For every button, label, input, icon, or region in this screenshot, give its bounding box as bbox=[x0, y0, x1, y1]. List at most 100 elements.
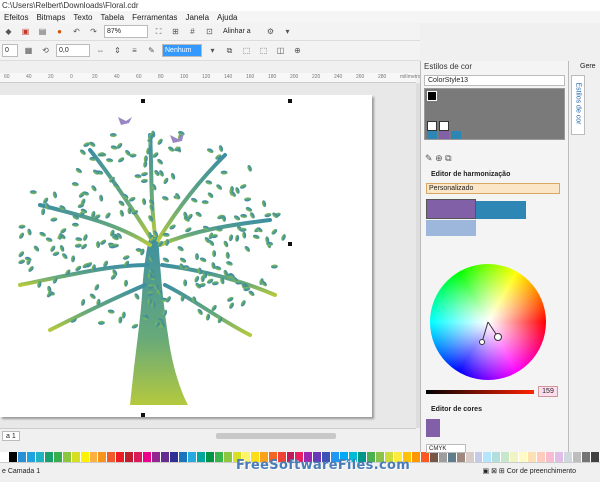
palette-swatch[interactable] bbox=[188, 452, 197, 462]
rulers-icon[interactable]: ⊞ bbox=[169, 25, 182, 38]
launch-icon[interactable]: ▾ bbox=[281, 25, 294, 38]
pen-icon[interactable]: ✎ bbox=[145, 44, 158, 57]
palette-swatch[interactable] bbox=[546, 452, 556, 462]
palette-swatch[interactable] bbox=[420, 452, 430, 462]
menu-ajuda[interactable]: Ajuda bbox=[213, 13, 241, 22]
palette-swatch[interactable] bbox=[44, 452, 54, 462]
menu-ferramentas[interactable]: Ferramentas bbox=[128, 13, 181, 22]
palette-swatch[interactable] bbox=[134, 452, 144, 462]
style-swatch[interactable] bbox=[427, 131, 437, 139]
palette-swatch[interactable] bbox=[125, 452, 135, 462]
group-icon[interactable]: ⬚ bbox=[240, 44, 253, 57]
palette-swatch[interactable] bbox=[429, 452, 439, 462]
palette-swatch[interactable] bbox=[492, 452, 502, 462]
arrange-icon[interactable]: ⧉ bbox=[223, 44, 236, 57]
palette-swatch[interactable] bbox=[17, 452, 27, 462]
menu-efeitos[interactable]: Efeitos bbox=[0, 13, 32, 22]
color-model-select[interactable]: CMYK bbox=[426, 444, 466, 453]
menu-janela[interactable]: Janela bbox=[181, 13, 213, 22]
ungroup-icon[interactable]: ⬚ bbox=[257, 44, 270, 57]
export-icon[interactable]: ▣ bbox=[19, 25, 32, 38]
palette-swatch[interactable] bbox=[8, 452, 18, 462]
redo-icon[interactable]: ↷ bbox=[87, 25, 100, 38]
palette-swatch[interactable] bbox=[107, 452, 117, 462]
palette-swatch[interactable] bbox=[214, 452, 224, 462]
brightness-slider[interactable] bbox=[426, 390, 534, 394]
drawing-canvas[interactable] bbox=[0, 83, 416, 428]
palette-swatch[interactable] bbox=[116, 452, 126, 462]
brightness-value[interactable]: 159 bbox=[538, 386, 558, 397]
current-color-swatch[interactable] bbox=[426, 419, 440, 437]
palette-swatch[interactable] bbox=[0, 452, 9, 462]
wrap-text-icon[interactable]: ≡ bbox=[128, 44, 141, 57]
palette-swatch[interactable] bbox=[196, 452, 206, 462]
menu-texto[interactable]: Texto bbox=[69, 13, 96, 22]
align-to-button[interactable]: Alinhar a bbox=[220, 25, 260, 38]
eyedropper-icon[interactable]: ✎ bbox=[425, 153, 433, 163]
x-position-field[interactable]: 0 bbox=[2, 44, 18, 57]
palette-swatch[interactable] bbox=[528, 452, 538, 462]
tab-color-styles[interactable]: Estilos de cor bbox=[571, 75, 585, 135]
palette-swatch[interactable] bbox=[223, 452, 233, 462]
palette-swatch[interactable] bbox=[581, 452, 591, 462]
menu-tabela[interactable]: Tabela bbox=[97, 13, 129, 22]
palette-swatch[interactable] bbox=[564, 452, 573, 462]
copy-icon[interactable]: ⧉ bbox=[445, 153, 451, 163]
palette-swatch[interactable] bbox=[161, 452, 171, 462]
combine-icon[interactable]: ◫ bbox=[274, 44, 287, 57]
palette-swatch[interactable] bbox=[179, 452, 189, 462]
harmony-swatch[interactable] bbox=[426, 199, 476, 219]
print-icon[interactable]: ▤ bbox=[36, 25, 49, 38]
rotation-angle-field[interactable]: 0,0 bbox=[56, 44, 90, 57]
palette-swatch[interactable] bbox=[438, 452, 448, 462]
palette-swatch[interactable] bbox=[510, 452, 520, 462]
style-swatch[interactable] bbox=[427, 91, 437, 101]
lock-ratio-icon[interactable]: ▦ bbox=[22, 44, 35, 57]
palette-swatch[interactable] bbox=[170, 452, 180, 462]
harmony-mode-select[interactable]: Personalizado bbox=[426, 183, 560, 194]
chevron-down-icon[interactable]: ▾ bbox=[206, 44, 219, 57]
style-name-field[interactable]: ColorStyle13 bbox=[424, 75, 565, 86]
palette-swatch[interactable] bbox=[80, 452, 90, 462]
mirror-horizontal-icon[interactable]: ⇔ bbox=[94, 44, 107, 57]
selection-handle[interactable] bbox=[141, 413, 145, 417]
new-style-icon[interactable]: ⊕ bbox=[435, 153, 443, 163]
page-tab[interactable]: a 1 bbox=[2, 430, 20, 441]
palette-swatch[interactable] bbox=[62, 452, 72, 462]
snap-icon[interactable]: ⊡ bbox=[203, 25, 216, 38]
full-screen-icon[interactable]: ⛶ bbox=[152, 25, 165, 38]
palette-swatch[interactable] bbox=[411, 452, 421, 462]
menu-bitmaps[interactable]: Bitmaps bbox=[32, 13, 69, 22]
palette-swatch[interactable] bbox=[98, 452, 108, 462]
outline-width-select[interactable]: Nenhum bbox=[162, 44, 202, 57]
rotate-icon[interactable]: ⟲ bbox=[39, 44, 52, 57]
palette-swatch[interactable] bbox=[519, 452, 529, 462]
style-swatch-area[interactable] bbox=[424, 88, 565, 140]
palette-swatch[interactable] bbox=[590, 452, 600, 462]
import-icon[interactable]: ◆ bbox=[2, 25, 15, 38]
palette-swatch[interactable] bbox=[143, 452, 153, 462]
harmony-swatch[interactable] bbox=[426, 220, 476, 236]
zoom-level-field[interactable]: 87% bbox=[104, 25, 148, 38]
undo-icon[interactable]: ↶ bbox=[70, 25, 83, 38]
tree-artwork[interactable] bbox=[0, 95, 300, 415]
style-swatch[interactable] bbox=[439, 121, 449, 131]
palette-swatch[interactable] bbox=[89, 452, 99, 462]
palette-swatch[interactable] bbox=[26, 452, 36, 462]
selection-handle[interactable] bbox=[141, 99, 145, 103]
palette-swatch[interactable] bbox=[483, 452, 493, 462]
palette-swatch[interactable] bbox=[501, 452, 511, 462]
mirror-vertical-icon[interactable]: ⇕ bbox=[111, 44, 124, 57]
palette-swatch[interactable] bbox=[456, 452, 466, 462]
selection-handle[interactable] bbox=[288, 242, 292, 246]
document-page[interactable] bbox=[0, 95, 372, 417]
style-swatch[interactable] bbox=[439, 131, 449, 139]
harmony-swatch[interactable] bbox=[476, 201, 526, 219]
palette-swatch[interactable] bbox=[35, 452, 45, 462]
palette-swatch[interactable] bbox=[71, 452, 81, 462]
add-icon[interactable]: ⊕ bbox=[291, 44, 304, 57]
palette-swatch[interactable] bbox=[537, 452, 547, 462]
palette-swatch[interactable] bbox=[555, 452, 565, 462]
style-swatch[interactable] bbox=[451, 131, 461, 139]
palette-swatch[interactable] bbox=[205, 452, 215, 462]
